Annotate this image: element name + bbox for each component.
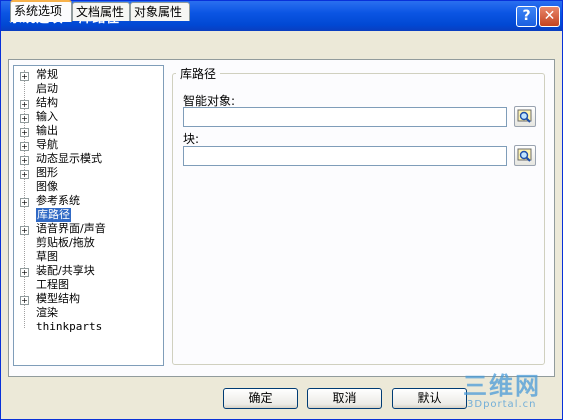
tree-item-label: 动态显示模式 — [36, 152, 102, 165]
expand-icon[interactable]: + — [20, 128, 29, 137]
tree-item-label: 结构 — [36, 96, 58, 109]
tree-item-label: thinkparts — [36, 320, 103, 333]
group-title: 库路径 — [176, 65, 221, 82]
tree-item-output[interactable]: + 输出 — [14, 124, 163, 139]
expand-icon[interactable]: + — [20, 226, 29, 235]
tree-item-label: 工程图 — [36, 278, 69, 291]
options-tree[interactable]: + 常规 启动 + 结构 + 输入 + 输出 + 导航 + 动态显示模式 + 图形 图像 + 参… — [13, 65, 164, 366]
tree-item-startup[interactable]: 启动 — [14, 82, 163, 97]
tree-item-label: 启动 — [36, 82, 58, 95]
tree-item-image[interactable]: 图像 — [14, 180, 163, 195]
expand-icon[interactable]: + — [20, 296, 29, 305]
expand-icon[interactable]: + — [20, 268, 29, 277]
tree-item-label: 输入 — [36, 110, 58, 123]
tree-item-navigation[interactable]: + 导航 — [14, 138, 163, 153]
smart-objects-browse-button[interactable] — [514, 106, 536, 127]
expand-icon[interactable]: + — [20, 72, 29, 81]
tree-item-general[interactable]: + 常规 — [14, 68, 163, 83]
tree-item-assembly[interactable]: + 装配/共享块 — [14, 264, 163, 279]
tree-item-render[interactable]: 渲染 — [14, 306, 163, 321]
browse-icon — [517, 109, 532, 123]
tab-object-properties[interactable]: 对象属性 — [130, 2, 190, 21]
tree-item-graphics[interactable]: + 图形 — [14, 166, 163, 181]
tree-item-voice-sound[interactable]: + 语音界面/声音 — [14, 222, 163, 237]
cancel-button[interactable]: 取消 — [307, 388, 382, 409]
tree-item-reference-system[interactable]: + 参考系统 — [14, 194, 163, 209]
tree-item-dynamic-display[interactable]: + 动态显示模式 — [14, 152, 163, 167]
tree-item-model-structure[interactable]: + 模型结构 — [14, 292, 163, 307]
expand-icon[interactable]: + — [20, 198, 29, 207]
tree-item-input[interactable]: + 输入 — [14, 110, 163, 125]
expand-icon[interactable]: + — [20, 142, 29, 151]
tree-item-label: 装配/共享块 — [36, 264, 95, 277]
tree-item-label: 导航 — [36, 138, 58, 151]
tree-item-label: 参考系统 — [36, 194, 80, 207]
tree-item-sketch[interactable]: 草图 — [14, 250, 163, 265]
tree-item-label: 模型结构 — [36, 292, 80, 305]
tree-item-library-path[interactable]: 库路径 — [14, 208, 163, 223]
tree-item-label: 图像 — [36, 180, 58, 193]
tree-item-label: 剪贴板/拖放 — [36, 236, 95, 249]
watermark-logo: 三维网 3Dportal.cn — [463, 366, 559, 416]
blocks-browse-button[interactable] — [514, 145, 536, 166]
tab-document-properties[interactable]: 文档属性 — [72, 2, 130, 21]
tab-label: 文档属性 — [76, 5, 125, 19]
smart-objects-path-input[interactable] — [183, 107, 507, 127]
tree-item-structure[interactable]: + 结构 — [14, 96, 163, 111]
tree-item-label: 输出 — [36, 124, 58, 137]
tree-item-label: 图形 — [36, 166, 58, 179]
tree-item-thinkparts[interactable]: thinkparts — [14, 320, 163, 335]
expand-icon[interactable]: + — [20, 156, 29, 165]
help-button[interactable]: ? — [516, 6, 537, 27]
close-button[interactable]: ✕ — [539, 6, 560, 27]
watermark-text: 三维网 — [463, 372, 541, 400]
tree-item-label: 常规 — [36, 68, 58, 81]
watermark-url: 3Dportal.cn — [467, 399, 537, 410]
tree-item-label: 草图 — [36, 250, 58, 263]
default-button[interactable]: 默认 — [392, 388, 467, 409]
blocks-label: 块: — [183, 132, 200, 146]
browse-icon — [517, 148, 532, 162]
tree-item-clipboard[interactable]: 剪贴板/拖放 — [14, 236, 163, 251]
expand-icon[interactable]: + — [20, 100, 29, 109]
expand-icon[interactable]: + — [20, 170, 29, 179]
ok-button[interactable]: 确定 — [223, 388, 298, 409]
tree-item-label: 语音界面/声音 — [36, 222, 106, 235]
blocks-path-input[interactable] — [183, 146, 507, 166]
tab-label: 系统选项 — [14, 4, 63, 18]
tab-system-options[interactable]: 系统选项 — [10, 0, 72, 22]
tree-item-label-selected: 库路径 — [36, 208, 71, 222]
tab-label: 对象属性 — [134, 5, 183, 19]
tree-item-label: 渲染 — [36, 306, 58, 319]
expand-icon[interactable]: + — [20, 114, 29, 123]
tree-item-drawing[interactable]: 工程图 — [14, 278, 163, 293]
